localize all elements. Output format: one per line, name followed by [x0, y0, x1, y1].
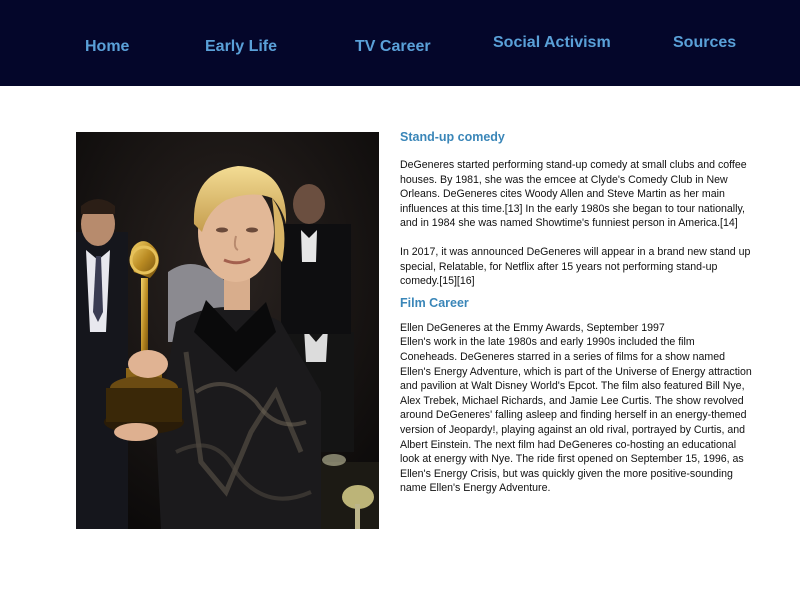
section-heading-film: Film Career: [400, 295, 469, 310]
section-heading-standup: Stand-up comedy: [400, 130, 505, 144]
film-paragraph: Ellen's work in the late 1980s and early…: [400, 336, 752, 495]
photo-caption: Ellen DeGeneres at the Emmy Awards, Sept…: [400, 321, 665, 334]
nav-link-sources[interactable]: Sources: [673, 34, 736, 52]
nav-link-social-activism[interactable]: Social Activism: [493, 34, 611, 52]
nav-link-early-life[interactable]: Early Life: [205, 38, 277, 56]
nav-link-tv-career[interactable]: TV Career: [355, 38, 431, 56]
nav-link-home[interactable]: Home: [85, 38, 129, 56]
standup-paragraph-2: In 2017, it was announced DeGeneres will…: [400, 245, 751, 288]
main-content: Stand-up comedy DeGeneres started perfor…: [400, 129, 752, 496]
top-navigation-bar: Home Early Life TV Career Social Activis…: [0, 0, 800, 86]
emmy-award-photo: [76, 132, 379, 529]
standup-paragraph-1: DeGeneres started performing stand-up co…: [400, 159, 747, 230]
